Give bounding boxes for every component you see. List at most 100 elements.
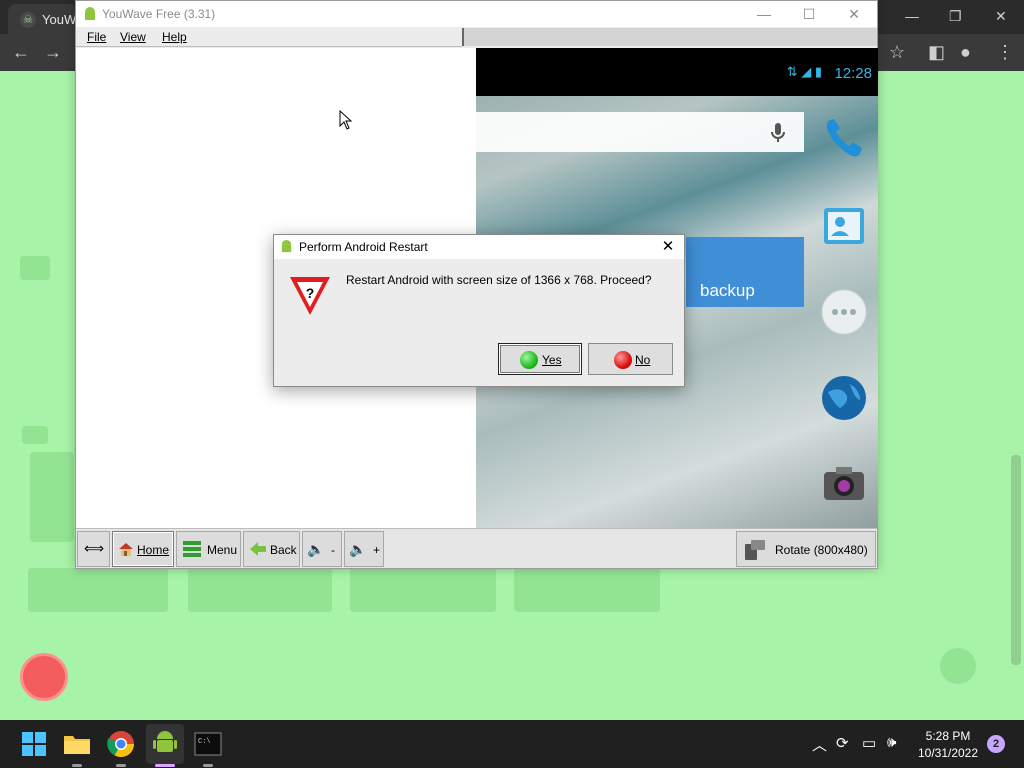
android-favicon-icon: ☠ (20, 12, 36, 28)
home-button[interactable]: Home (112, 531, 174, 567)
blurred-content (188, 568, 332, 612)
blurred-content (28, 568, 168, 612)
blurred-content (350, 568, 496, 612)
mouse-cursor-icon (339, 110, 353, 130)
rotate-button[interactable]: Rotate (800x480) (736, 531, 876, 567)
yes-label: Yes (542, 353, 562, 367)
menubar: File View Help (76, 27, 462, 47)
clock-time[interactable]: 5:28 PM (918, 729, 978, 743)
volume-up-button[interactable]: 🔈 + (344, 531, 384, 567)
volume-down-label: - (331, 543, 335, 557)
running-indicator (72, 764, 82, 767)
running-indicator (203, 764, 213, 767)
android-clock: 12:28 (834, 65, 872, 82)
blurred-content (20, 256, 50, 280)
bookmark-star-icon[interactable]: ☆ (889, 43, 905, 61)
backup-widget[interactable]: backup (686, 237, 804, 307)
microphone-icon[interactable] (768, 122, 788, 144)
svg-text:C:\: C:\ (198, 738, 211, 746)
menu-icon (183, 541, 201, 557)
back-label: Back (270, 543, 297, 557)
menu-label: Menu (207, 543, 238, 557)
no-button[interactable]: No (588, 343, 673, 375)
green-circle-icon (520, 351, 538, 369)
browser-scroll-thumb[interactable] (1011, 455, 1021, 665)
back-arrow-icon (250, 542, 266, 556)
menu-help[interactable]: Help (162, 30, 187, 44)
youwave-toolbar: ⟺ Home Menu Back 🔈 - 🔈 + Rotate (800x480… (76, 528, 877, 568)
browser-tab[interactable]: ☠ YouW (8, 4, 78, 34)
home-icon (119, 543, 133, 556)
restart-dialog: Perform Android Restart ✕ ? Restart Andr… (273, 234, 685, 387)
notification-badge[interactable]: 2 (987, 735, 1005, 753)
taskbar: C:\ ︿ ⟳ ▭ 🕪 5:28 PM 10/31/2022 (0, 720, 1024, 768)
maximize-button[interactable]: ☐ (787, 4, 831, 24)
terminal-icon[interactable]: C:\ (192, 728, 224, 760)
browser-globe-icon[interactable] (820, 374, 868, 422)
back-icon[interactable]: ← (12, 43, 30, 61)
windows-start-icon[interactable] (18, 728, 50, 760)
sync-icon[interactable]: ⟳ (836, 734, 849, 752)
phone-icon[interactable] (820, 114, 868, 162)
running-indicator (116, 764, 126, 767)
blurred-content (30, 452, 74, 542)
rotate-device-icon (745, 540, 765, 560)
youwave-taskbar-button[interactable] (146, 724, 184, 764)
volume-icon[interactable]: 🕪 (887, 734, 896, 751)
active-indicator (155, 764, 175, 767)
android-icon (281, 239, 292, 253)
browser-minimize-icon[interactable]: — (905, 8, 919, 24)
volume-down-button[interactable]: 🔈 - (302, 531, 342, 567)
resize-icon: ⟺ (84, 540, 105, 556)
network-icon[interactable]: ▭ (862, 734, 876, 752)
minimize-button[interactable]: — (742, 4, 786, 24)
file-explorer-icon[interactable] (61, 728, 93, 760)
forward-icon[interactable]: → (44, 43, 62, 61)
close-button[interactable]: ✕ (832, 4, 876, 24)
blurred-content (940, 648, 976, 684)
chevron-up-icon[interactable]: ︿ (812, 734, 827, 755)
youwave-titlebar: YouWave Free (3.31) — ☐ ✕ (76, 1, 877, 27)
profile-icon[interactable]: ● (960, 43, 971, 61)
resize-button[interactable]: ⟺ (77, 531, 110, 567)
browser-restore-icon[interactable]: ❐ (949, 8, 962, 25)
volume-up-label: + (373, 543, 381, 557)
yes-button[interactable]: Yes (498, 343, 582, 375)
dialog-message: Restart Android with screen size of 1366… (346, 273, 652, 287)
warning-icon: ? (290, 277, 330, 315)
clock-date[interactable]: 10/31/2022 (912, 746, 984, 760)
blurred-content (22, 426, 48, 444)
android-status-bar: ⇅ ◢ ▮ 12:28 (476, 48, 878, 96)
menu-file[interactable]: File (87, 30, 106, 44)
window-title: YouWave Free (3.31) (102, 7, 216, 21)
google-search-bar[interactable] (476, 112, 804, 152)
browser-menu-icon[interactable]: ⋮ (996, 43, 1014, 61)
side-panel-icon[interactable]: ◧ (928, 43, 945, 61)
network-battery-icons: ⇅ ◢ ▮ (786, 64, 822, 79)
no-label: No (635, 353, 651, 367)
menubar-filler (462, 28, 877, 46)
backup-label: backup (700, 281, 755, 300)
browser-close-icon[interactable]: ✕ (995, 8, 1007, 25)
android-icon (153, 731, 177, 752)
blurred-content (514, 568, 660, 612)
home-label: Home (137, 543, 170, 557)
dialog-titlebar: Perform Android Restart ✕ (274, 235, 684, 259)
svg-text:?: ? (306, 285, 315, 301)
menu-view[interactable]: View (120, 30, 146, 44)
dialog-title: Perform Android Restart (299, 240, 428, 254)
speaker-icon: 🔈 (349, 541, 367, 557)
browser-tab-title: YouW (42, 12, 77, 27)
back-button[interactable]: Back (243, 531, 300, 567)
rotate-label: Rotate (800x480) (775, 543, 868, 557)
dialog-close-button[interactable]: ✕ (658, 237, 678, 257)
apps-drawer-icon[interactable] (820, 288, 868, 336)
camera-icon[interactable] (820, 460, 868, 508)
chrome-icon[interactable] (105, 728, 137, 760)
record-button[interactable] (20, 653, 68, 701)
menu-button[interactable]: Menu (176, 531, 241, 567)
speaker-icon: 🔈 (307, 541, 325, 557)
android-icon (85, 7, 95, 20)
red-circle-icon (614, 351, 632, 369)
contacts-icon[interactable] (820, 202, 868, 250)
